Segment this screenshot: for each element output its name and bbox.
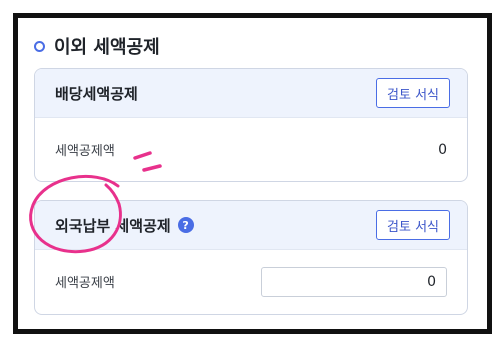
circle-bullet-icon bbox=[34, 40, 45, 52]
card-title: 외국납부 세액공제 bbox=[55, 216, 171, 235]
amount-row: 세액공제액 0 bbox=[35, 118, 467, 181]
card-title: 배당세액공제 bbox=[55, 84, 138, 103]
amount-input[interactable]: 0 bbox=[261, 266, 447, 297]
amount-row: 세액공제액 0 bbox=[35, 250, 467, 313]
help-icon[interactable]: ? bbox=[177, 217, 194, 233]
card-header: 배당세액공제 검토 서식 bbox=[35, 69, 467, 118]
amount-input-value: 0 bbox=[427, 273, 436, 290]
section-header: 이외 세액공제 bbox=[34, 33, 160, 59]
screenshot-frame: 이외 세액공제 배당세액공제 검토 서식 세액공제액 0 외국납부 세액공제 ?… bbox=[13, 13, 492, 334]
review-form-button[interactable]: 검토 서식 bbox=[376, 210, 450, 240]
section-title: 이외 세액공제 bbox=[54, 37, 160, 58]
card-header: 외국납부 세액공제 ? 검토 서식 bbox=[35, 201, 467, 250]
card-title-group: 외국납부 세액공제 ? bbox=[55, 215, 194, 236]
foreign-tax-credit-card: 외국납부 세액공제 ? 검토 서식 세액공제액 0 bbox=[34, 200, 468, 315]
amount-value: 0 bbox=[438, 141, 447, 158]
amount-label: 세액공제액 bbox=[55, 276, 115, 291]
review-form-button[interactable]: 검토 서식 bbox=[376, 78, 450, 108]
amount-label: 세액공제액 bbox=[55, 144, 115, 159]
dividend-credit-card: 배당세액공제 검토 서식 세액공제액 0 bbox=[34, 68, 468, 182]
